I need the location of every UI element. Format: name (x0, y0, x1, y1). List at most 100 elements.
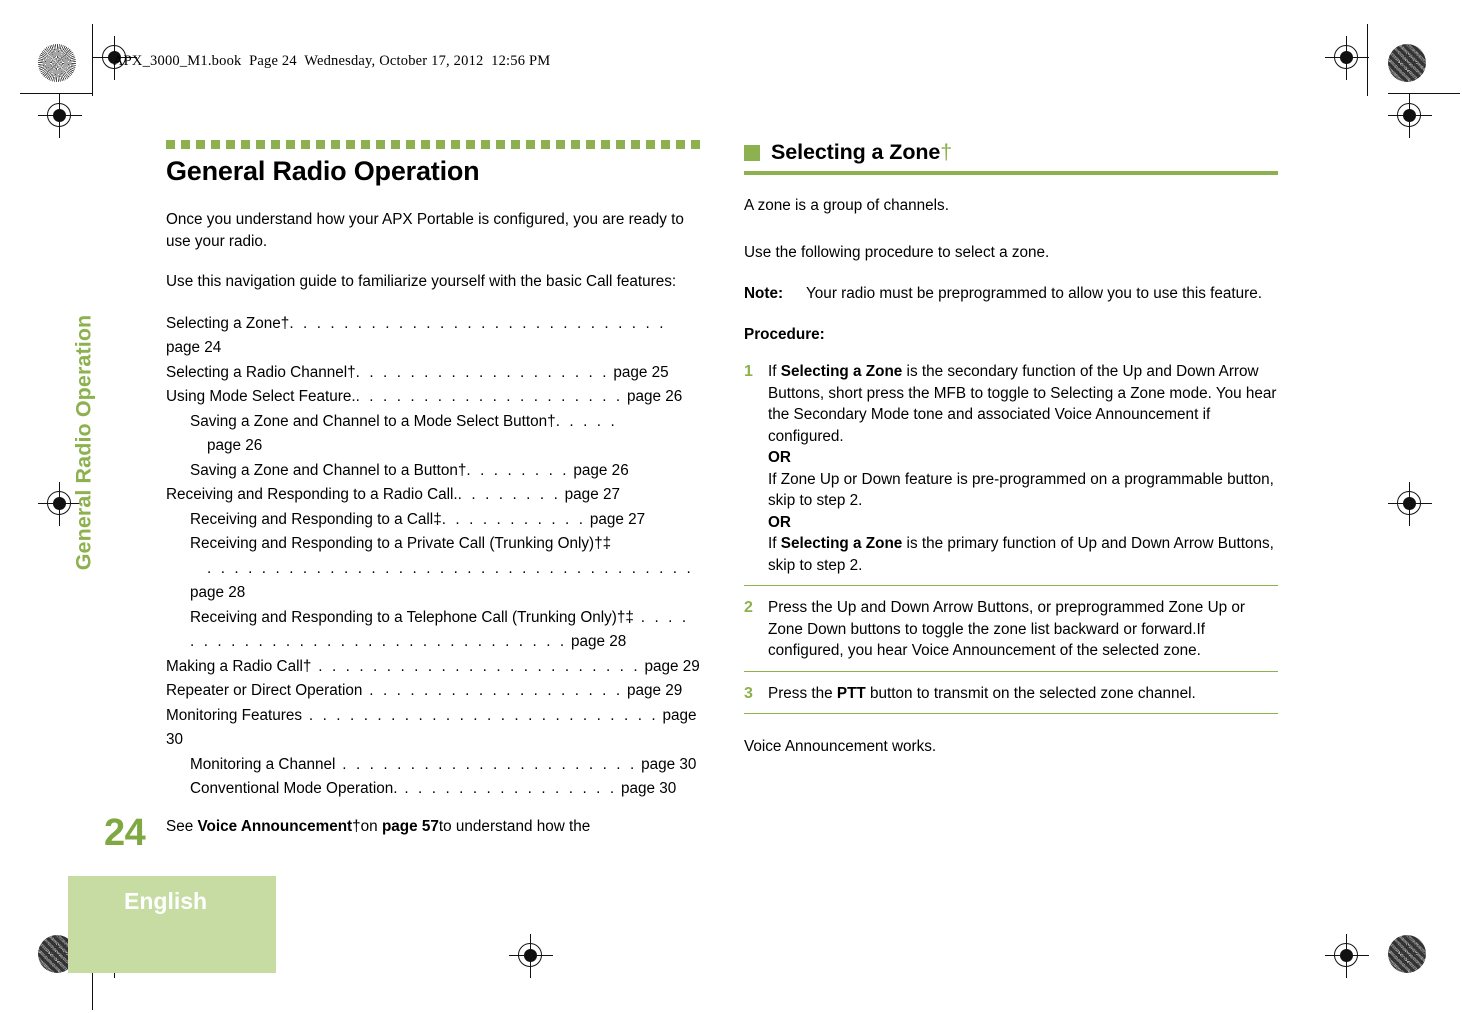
section-header: Selecting a Zone† (744, 140, 1278, 165)
toc-entry-page: page 26 (569, 461, 629, 479)
page-number: 24 (104, 812, 146, 854)
toc-entry-leader: . . . . . . . . . . . . . . . . . . . . … (289, 314, 667, 332)
closing-note-suffix: to understand how the (438, 817, 591, 835)
toc-entry-leader: . . . . . (555, 412, 618, 430)
toc-page-indent (190, 437, 207, 454)
toc-entry-label: Receiving and Responding to a Call‡ (190, 510, 442, 528)
language-tab-label: English (124, 888, 208, 914)
toc-entry-label: Repeater or Direct Operation (166, 682, 363, 699)
step-text: Press the Up and Down Arrow Buttons, or … (768, 597, 1278, 662)
toc-entry[interactable]: Receiving and Responding to a Private Ca… (166, 532, 700, 606)
section-intro-2: Use the following procedure to select a … (744, 244, 1050, 261)
table-of-contents: Selecting a Zone†. . . . . . . . . . . .… (166, 312, 700, 802)
step-text-run: If (768, 363, 781, 380)
registration-crosshair-bottom-right-inner (1325, 934, 1369, 978)
step-text-emphasis: OR (768, 513, 791, 531)
registration-rosette-top-left (38, 44, 76, 82)
toc-entry-label: Using Mode Select Feature. (166, 388, 356, 405)
step-text-emphasis: Selecting a Zone (780, 363, 903, 380)
registration-rosette-top-right (1388, 44, 1426, 82)
toc-entry-label: Monitoring a Channel (190, 755, 336, 773)
toc-entry[interactable]: Making a Radio Call† . . . . . . . . . .… (166, 655, 700, 680)
toc-entry[interactable]: Repeater or Direct Operation . . . . . .… (166, 679, 700, 704)
toc-entry-label: Receiving and Responding to a Telephone … (190, 608, 634, 626)
toc-entry[interactable]: Saving a Zone and Channel to a Button†. … (166, 459, 700, 484)
toc-entry[interactable]: Using Mode Select Feature.. . . . . . . … (166, 385, 700, 410)
toc-entry-page: page 30 (636, 755, 697, 773)
toc-entry-leader: . . . . . . . . (457, 486, 561, 503)
toc-entry[interactable]: Conventional Mode Operation. . . . . . .… (166, 777, 700, 802)
registration-crosshair-right-upper (1388, 94, 1432, 138)
toc-entry[interactable]: Receiving and Responding to a Call‡. . .… (166, 508, 700, 533)
step-number: 3 (744, 684, 753, 702)
toc-entry-page: page 26 (622, 388, 683, 405)
toc-entry[interactable]: Receiving and Responding to a Radio Call… (166, 483, 700, 508)
toc-entry-label: Saving a Zone and Channel to a Mode Sele… (190, 412, 556, 430)
toc-entry[interactable]: Receiving and Responding to a Telephone … (166, 606, 700, 655)
closing-note-mid: on (360, 817, 382, 835)
chapter-side-tab: General Radio Operation (71, 314, 96, 571)
toc-entry-leader: . . . . . . . . (466, 461, 570, 479)
registration-rosette-bottom-right (1388, 935, 1426, 973)
note-label: Note: (744, 284, 784, 302)
toc-entry[interactable]: Monitoring a Channel . . . . . . . . . .… (166, 753, 700, 778)
toc-entry-page: page 29 (640, 657, 700, 675)
toc-entry-leader: . . . . . . . . . . . . . . . . . . . . … (302, 706, 659, 724)
toc-entry-page: page 27 (585, 510, 646, 528)
step-number: 2 (744, 599, 753, 616)
step-text: Press the PTT button to transmit on the … (768, 683, 1278, 705)
toc-entry[interactable]: Monitoring Features . . . . . . . . . . … (166, 704, 700, 753)
registration-crosshair-right-middle (1388, 482, 1432, 526)
crop-mark-top-right-horizontal (1388, 93, 1460, 95)
toc-entry-label: Receiving and Responding to a Private Ca… (190, 535, 612, 552)
toc-entry-page: page 30 (616, 780, 677, 797)
toc-entry-page: page 28 (190, 584, 246, 601)
toc-entry[interactable]: Selecting a Zone†. . . . . . . . . . . .… (166, 312, 700, 361)
toc-entry[interactable]: Saving a Zone and Channel to a Mode Sele… (166, 410, 700, 459)
toc-entry-label: Monitoring Features (166, 706, 303, 724)
toc-entry-page: page 27 (560, 486, 620, 503)
section-bullet-icon (744, 144, 760, 161)
closing-note-term: Voice Announcement (197, 817, 353, 835)
toc-entry-leader: . . . . . . . . . . . . . . . . (397, 780, 617, 797)
registration-crosshair-top-right-inner (1325, 36, 1369, 80)
closing-note-page-ref: page 57 (381, 817, 439, 835)
toc-entry[interactable]: Selecting a Radio Channel†. . . . . . . … (166, 361, 700, 386)
intro-paragraph-2: Use this navigation guide to familiarize… (166, 273, 677, 290)
toc-leader-indent (190, 560, 207, 577)
manual-page: APX_3000_M1.book Page 24 Wednesday, Octo… (0, 0, 1462, 1013)
toc-entry-page: page 29 (622, 682, 683, 699)
toc-entry-label: Selecting a Zone† (166, 314, 290, 332)
left-column: General Radio Operation Once you underst… (166, 140, 700, 856)
file-header-line: APX_3000_M1.book Page 24 Wednesday, Octo… (113, 53, 551, 69)
toc-entry-leader: . . . . . . . . . . . (441, 510, 586, 528)
procedure-label: Procedure: (744, 326, 825, 343)
registration-crosshair-bottom-center (509, 934, 553, 978)
toc-entry-page: page 24 (166, 339, 222, 356)
tail-note: Voice Announcement works. (744, 738, 937, 755)
toc-entry-leader: . . . . . . . . . . . . . . . . . . . (362, 682, 623, 699)
toc-entry-leader: . . . . . . . . . . . . . . . . . . . . … (335, 755, 637, 773)
toc-entry-leader: . . . . . . . . . . . . . . . . . . . . (355, 388, 623, 405)
procedure-step: 1 If Selecting a Zone is the secondary fu… (744, 361, 1278, 586)
step-text-run: Press the Up and Down Arrow Buttons, or … (768, 599, 1245, 659)
procedure-step: 3 Press the PTT button to transmit on the… (744, 683, 1278, 714)
step-text: If Selecting a Zone is the secondary fun… (768, 361, 1278, 576)
crop-mark-top-left-horizontal (20, 93, 92, 95)
step-text-emphasis: OR (768, 449, 791, 466)
toc-entry-page: page 26 (207, 437, 263, 454)
section-underline (744, 171, 1278, 175)
crop-mark-top-right-vertical (1367, 24, 1369, 96)
closing-note-prefix: See (166, 817, 198, 835)
toc-entry-label: Conventional Mode Operation. (190, 780, 398, 797)
step-text-emphasis: Selecting a Zone (780, 535, 903, 552)
registration-crosshair-left-upper (38, 94, 82, 138)
language-tab: English (68, 876, 276, 973)
toc-entry-label: Selecting a Radio Channel† (166, 363, 356, 381)
section-title: Selecting a Zone† (771, 140, 952, 165)
crop-mark-top-left-vertical (92, 24, 94, 96)
section-title-text: Selecting a Zone (771, 140, 941, 164)
toc-entry-leader: . . . . . . . . . . . . . . . . . . . (355, 363, 610, 381)
chapter-dashed-rule (166, 140, 700, 149)
procedure-step: 2 Press the Up and Down Arrow Buttons, or… (744, 597, 1278, 672)
